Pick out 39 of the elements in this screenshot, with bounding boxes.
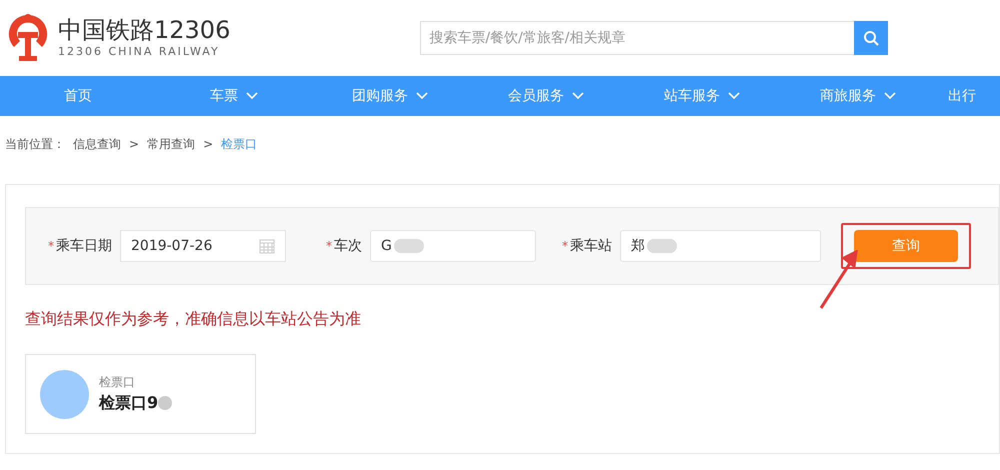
required-mark: *: [326, 238, 332, 255]
search-field[interactable]: 搜索车票/餐饮/常旅客/相关规章: [420, 21, 854, 55]
field-label: 乘车站: [570, 236, 612, 256]
result-label: 检票口: [99, 374, 136, 391]
nav-item[interactable]: 商旅服务: [780, 86, 936, 106]
nav-item[interactable]: 车票: [156, 86, 312, 106]
search-button[interactable]: [854, 21, 888, 55]
breadcrumb-separator: >: [129, 136, 140, 153]
field-value: 郑: [631, 236, 645, 256]
input-field[interactable]: 郑: [620, 230, 821, 262]
breadcrumb-link[interactable]: 常用查询: [147, 135, 196, 153]
required-mark: *: [48, 238, 54, 255]
nav-item[interactable]: 团购服务: [312, 86, 468, 106]
logo-title: 中国铁路12306: [58, 16, 230, 44]
field-value: 2019-07-26: [131, 236, 212, 256]
blur-mark: [158, 396, 172, 410]
nav-item[interactable]: 出行: [948, 86, 1000, 106]
date-field[interactable]: 2019-07-26: [120, 230, 286, 262]
query-button[interactable]: 查询: [854, 230, 958, 262]
nav-item[interactable]: 站车服务: [624, 86, 780, 106]
field-label: 车次: [334, 236, 362, 256]
logo-subtitle: 12306 CHINA RAILWAY: [58, 44, 221, 60]
nav-item[interactable]: 首页: [0, 86, 156, 106]
search-icon: [863, 30, 880, 46]
blur-mark: [394, 239, 424, 253]
field-label: 乘车日期: [56, 236, 112, 256]
notice-text: 查询结果仅作为参考，准确信息以车站公告为准: [25, 308, 362, 330]
required-mark: *: [562, 238, 568, 255]
field-value: G: [381, 236, 392, 256]
calendar-icon: [259, 238, 275, 254]
breadcrumb-label: 当前位置：: [5, 136, 65, 153]
breadcrumb-link[interactable]: 检票口: [221, 135, 258, 153]
result-value: 检票口9: [99, 392, 158, 414]
input-field[interactable]: G: [370, 230, 536, 262]
breadcrumb-separator: >: [203, 136, 214, 153]
nav-item[interactable]: 会员服务: [468, 86, 624, 106]
logo-icon: [6, 12, 50, 64]
blur-mark: [647, 239, 677, 253]
breadcrumb-link[interactable]: 信息查询: [73, 135, 121, 153]
